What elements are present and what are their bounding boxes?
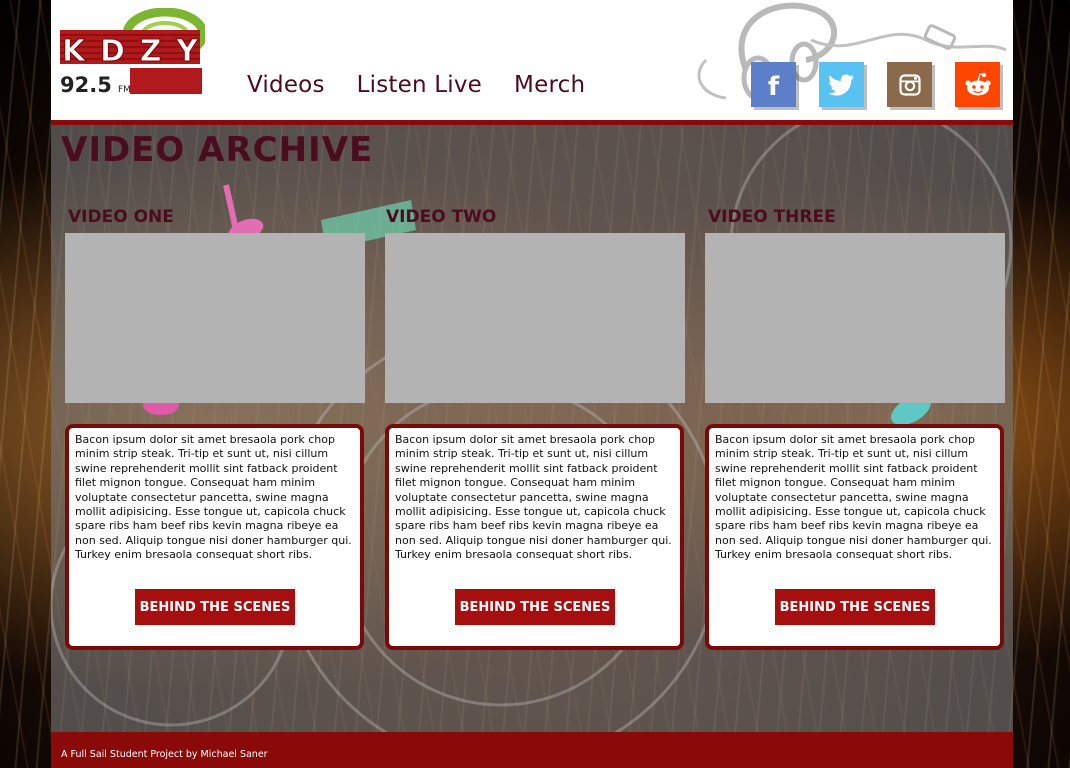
reddit-icon bbox=[964, 72, 991, 95]
site-header: KDZY 92.5 FM Videos Listen Live Merch f bbox=[51, 0, 1013, 120]
video-three-behind-the-scenes-button[interactable]: BEHIND THE SCENES bbox=[775, 589, 935, 625]
video-three-description: Bacon ipsum dolor sit amet bresaola pork… bbox=[715, 433, 992, 562]
svg-text:f: f bbox=[768, 72, 780, 102]
video-two-description: Bacon ipsum dolor sit amet bresaola pork… bbox=[395, 433, 672, 562]
page-container: KDZY 92.5 FM Videos Listen Live Merch f bbox=[51, 0, 1013, 768]
video-one-player[interactable] bbox=[65, 233, 365, 403]
video-three-label: VIDEO THREE bbox=[708, 207, 836, 227]
page-title: VIDEO ARCHIVE bbox=[61, 130, 374, 170]
video-two-card: Bacon ipsum dolor sit amet bresaola pork… bbox=[385, 424, 684, 650]
video-one-card: Bacon ipsum dolor sit amet bresaola pork… bbox=[65, 424, 364, 650]
video-two-label: VIDEO TWO bbox=[386, 207, 497, 227]
video-two-player[interactable] bbox=[385, 233, 685, 403]
twitter-icon bbox=[828, 74, 854, 96]
reddit-button[interactable] bbox=[955, 62, 1000, 107]
footer-credit: A Full Sail Student Project by Michael S… bbox=[61, 749, 268, 760]
video-three-card: Bacon ipsum dolor sit amet bresaola pork… bbox=[705, 424, 1004, 650]
svg-text:92.5: 92.5 bbox=[60, 73, 112, 97]
video-archive-section: VIDEO ARCHIVE VIDEO ONE Bacon ipsum dolo… bbox=[51, 125, 1013, 732]
nav-item-videos[interactable]: Videos bbox=[247, 72, 325, 98]
instagram-icon bbox=[898, 73, 921, 96]
video-two-behind-the-scenes-button[interactable]: BEHIND THE SCENES bbox=[455, 589, 615, 625]
twitter-button[interactable] bbox=[819, 62, 864, 107]
instagram-button[interactable] bbox=[887, 62, 932, 107]
video-one-label: VIDEO ONE bbox=[68, 207, 174, 227]
nav-item-listen-live[interactable]: Listen Live bbox=[357, 72, 482, 98]
svg-text:FM: FM bbox=[118, 85, 131, 95]
video-one-description: Bacon ipsum dolor sit amet bresaola pork… bbox=[75, 433, 352, 562]
nav-item-merch[interactable]: Merch bbox=[514, 72, 585, 98]
facebook-button[interactable]: f bbox=[751, 62, 796, 107]
site-footer: A Full Sail Student Project by Michael S… bbox=[51, 732, 1013, 768]
kdzy-logo[interactable]: KDZY 92.5 FM bbox=[60, 7, 208, 103]
video-three-player[interactable] bbox=[705, 233, 1005, 403]
facebook-icon: f bbox=[768, 72, 780, 102]
video-one-behind-the-scenes-button[interactable]: BEHIND THE SCENES bbox=[135, 589, 295, 625]
main-nav: Videos Listen Live Merch bbox=[247, 72, 617, 98]
